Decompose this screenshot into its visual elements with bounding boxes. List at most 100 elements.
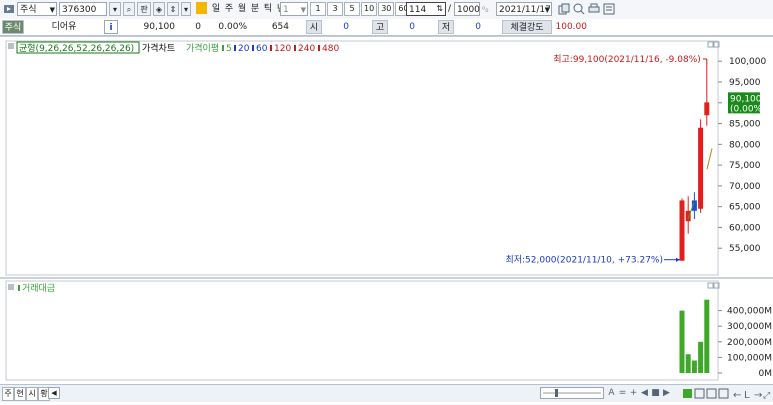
ma-legend-period: 5	[226, 44, 232, 54]
period-tab-2[interactable]: 월	[236, 2, 248, 16]
date-picker[interactable]: 2021/11/17 ▼	[496, 2, 552, 16]
zoom-icon-5[interactable]: ▶	[661, 386, 672, 400]
current-price-tag-pct: (0.00%)	[730, 104, 766, 114]
chevron-down-icon: ▾	[112, 5, 117, 14]
price-tick-label: 70,000	[729, 182, 761, 192]
config-icon[interactable]	[603, 3, 615, 15]
zoom-icon-0[interactable]: A	[606, 386, 617, 400]
panel-icon	[8, 43, 14, 49]
minute-button-10[interactable]: 10	[361, 2, 378, 16]
market-label: 주식	[20, 5, 37, 15]
quote-bar: 주식 디어유 i 90,100 0 0.00% 654 시 0 고 0 저 0 …	[0, 19, 773, 36]
price-tick-label: 80,000	[729, 140, 761, 150]
price-change: 0	[195, 22, 201, 32]
volume-panel-icon	[8, 284, 14, 290]
low-annotation: 최저:52,000(2021/11/10, +73.27%)	[505, 255, 663, 266]
print-icon[interactable]	[588, 3, 600, 15]
slash-separator: /	[448, 4, 452, 14]
split-view-icon	[706, 388, 717, 399]
search-button[interactable]: ⌕	[123, 2, 135, 16]
pan-button[interactable]: 판	[137, 2, 151, 16]
minute-button-5[interactable]: 5	[344, 2, 360, 16]
status-tab-0[interactable]: 주	[2, 387, 14, 401]
pan-label: 판	[140, 5, 148, 14]
volume-bar	[698, 341, 704, 373]
volume-value: 654	[271, 22, 289, 32]
ma-legend-swatch	[222, 45, 224, 51]
ma-legend-swatch	[294, 45, 296, 51]
period-tab-4[interactable]: 틱	[262, 2, 274, 16]
price-tick-label: 100,000	[729, 57, 766, 67]
current-price-tag-value: 90,100	[730, 94, 762, 104]
period-tab-3[interactable]: 분	[249, 2, 261, 16]
expand-icon: ⤢	[762, 391, 770, 400]
zoom-slider[interactable]	[540, 387, 604, 399]
chart-svg[interactable]: 균형(9,26,26,52,26,26,26) 가격차트 가격이평 5 20 60 120 2…	[0, 37, 773, 385]
status-tab-2[interactable]: 시	[26, 387, 38, 401]
period-tab-0[interactable]: 일	[210, 2, 222, 16]
spin-button[interactable]: ⇕	[167, 2, 179, 16]
more-button[interactable]: ▾	[181, 2, 191, 16]
volume-legend-swatch	[18, 285, 20, 291]
volume-legend: 거래대금	[22, 283, 55, 294]
code-value: 376300	[62, 5, 97, 15]
zoom-icon-3[interactable]: ◀	[639, 386, 650, 400]
high-annotation: 최고:99,100(2021/11/16, -9.08%)	[553, 54, 701, 65]
chart-area[interactable]: 균형(9,26,26,52,26,26,26) 가격차트 가격이평 5 20 60 120 2…	[0, 36, 773, 385]
layout-view-icon	[718, 388, 729, 399]
current-price: 90,100	[143, 22, 176, 32]
strength-label: 체결강도	[502, 20, 552, 34]
ma-legend-period: 120	[274, 44, 291, 54]
candle-body	[679, 200, 685, 261]
volume-bar	[704, 299, 710, 373]
ratio-icon[interactable]: ⁰₀	[482, 3, 494, 15]
period-tab-1[interactable]: 주	[223, 2, 235, 16]
count-input[interactable]: 114 ⇅	[406, 2, 446, 16]
strength-value: 100.00	[555, 22, 588, 32]
spin-icon: ⇕	[169, 5, 177, 14]
chevron-down-icon: ▼	[300, 6, 306, 14]
zoom-icon-2[interactable]: +	[628, 386, 639, 400]
ma-legend-period: 240	[298, 44, 315, 54]
table-view-icon	[694, 388, 705, 399]
minute-button-3[interactable]: 3	[327, 2, 343, 16]
period-active-marker[interactable]	[196, 2, 207, 14]
volume-bar	[679, 310, 685, 373]
low-label: 저	[438, 20, 454, 34]
zoom-icon-4[interactable]: ■	[650, 386, 661, 400]
ma-legend-period: 60	[256, 44, 268, 54]
minute-button-30[interactable]: 30	[378, 2, 395, 16]
ma-legend-swatch	[270, 45, 272, 51]
zoom-icon-1[interactable]: =	[617, 386, 628, 400]
chevron-down-icon: ▼	[544, 6, 550, 14]
count-value: 114	[409, 5, 427, 15]
refresh-icon: ◈	[155, 5, 163, 14]
volume-bar	[685, 354, 691, 373]
volume-tick-label: 300,000M	[727, 322, 772, 332]
ma-legend-swatch	[318, 45, 320, 51]
total-value: 1000	[457, 5, 480, 15]
volume-tick-label: 400,000M	[727, 307, 772, 317]
interval-value: 1	[283, 5, 289, 15]
price-tick-label: 60,000	[729, 223, 761, 233]
scroll-left-button[interactable]: ◀	[48, 387, 60, 399]
refresh-button[interactable]: ◈	[153, 2, 165, 16]
volume-tick-label: 0M	[759, 369, 773, 379]
code-dropdown-button[interactable]: ▾	[109, 2, 121, 16]
settings-icon[interactable]	[3, 3, 15, 15]
price-tick-label: 85,000	[729, 120, 761, 130]
zoom-icon[interactable]	[573, 3, 585, 15]
total-input[interactable]: 1000	[454, 2, 480, 16]
view-icons: ← L → ⤢	[682, 388, 772, 401]
interval-input[interactable]: 1 ▼	[280, 2, 308, 16]
copy-icon[interactable]	[558, 3, 570, 15]
code-input[interactable]: 376300	[59, 2, 107, 16]
minute-button-1[interactable]: 1	[310, 2, 326, 16]
status-tab-1[interactable]: 현	[14, 387, 26, 401]
market-select[interactable]: 주식 ▼	[17, 2, 57, 16]
green-view-icon	[683, 389, 692, 398]
info-icon[interactable]: i	[104, 20, 118, 34]
ma-legend-swatch	[234, 45, 236, 51]
stock-tag: 주식	[2, 20, 24, 34]
volume-bar	[691, 360, 697, 373]
